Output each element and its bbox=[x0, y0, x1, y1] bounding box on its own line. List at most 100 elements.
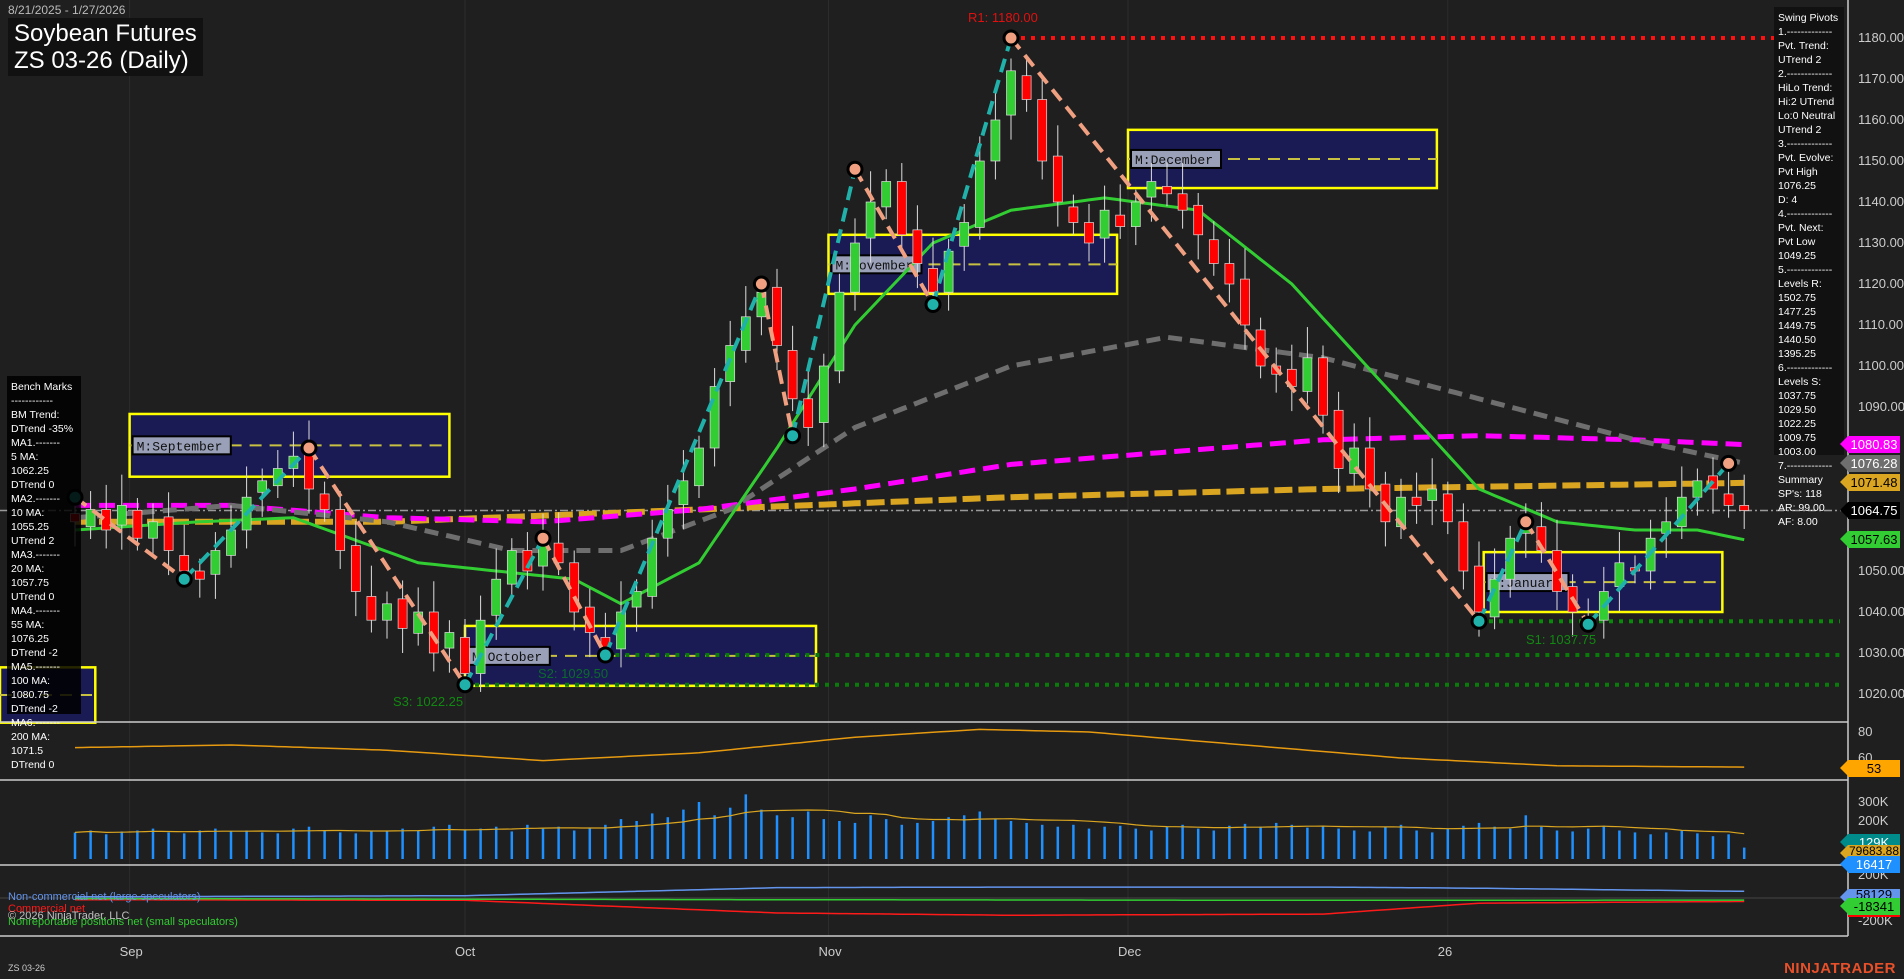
pivot-low-marker bbox=[786, 429, 800, 443]
swing-line: 2.------------- bbox=[1778, 67, 1840, 81]
candle-up bbox=[1693, 481, 1702, 497]
bench-line: 1062.25 bbox=[11, 464, 77, 478]
price-tick-label: 1030.00 bbox=[1858, 645, 1904, 660]
bench-line: MA6.------- bbox=[11, 716, 77, 730]
swing-line: 1449.75 bbox=[1778, 319, 1840, 333]
candle-down bbox=[305, 451, 314, 489]
bench-line: 1080.75 bbox=[11, 688, 77, 702]
candle-down bbox=[1163, 186, 1172, 193]
bench-marks-panel: Bench Marks------------BM Trend:DTrend -… bbox=[7, 376, 81, 714]
cot-noncommercial-line bbox=[75, 887, 1744, 897]
candle-down bbox=[164, 517, 173, 551]
candle-down bbox=[1022, 76, 1031, 100]
month-box-label: M:September bbox=[137, 439, 223, 454]
swing-line: Levels S: bbox=[1778, 375, 1840, 389]
candle-down bbox=[320, 494, 329, 510]
candle-down bbox=[1724, 494, 1733, 505]
lower-panels bbox=[0, 729, 1848, 915]
candle-down bbox=[1209, 240, 1218, 264]
candle-up bbox=[975, 161, 984, 227]
candle-down bbox=[913, 230, 922, 264]
swing-line: AR: 99.00 bbox=[1778, 501, 1840, 515]
time-tick-label: Sep bbox=[120, 944, 143, 959]
candle-up bbox=[211, 551, 220, 575]
oscillator-tag: 53 bbox=[1848, 760, 1900, 777]
price-tick-label: 1120.00 bbox=[1858, 276, 1904, 291]
candle-down bbox=[195, 571, 204, 579]
bench-line: MA4.------- bbox=[11, 604, 77, 618]
candle-down bbox=[788, 350, 797, 398]
bench-line: DTrend -35% bbox=[11, 422, 77, 436]
bench-line: UTrend 2 bbox=[11, 534, 77, 548]
candle-up bbox=[149, 522, 158, 538]
candle-down bbox=[897, 182, 906, 235]
swing-line: 6.------------- bbox=[1778, 361, 1840, 375]
candle-up bbox=[991, 120, 1000, 161]
swing-line: 1037.75 bbox=[1778, 389, 1840, 403]
instrument-name: Soybean Futures bbox=[14, 20, 197, 47]
bench-line: 1071.5 bbox=[11, 744, 77, 758]
swing-pivots-panel: Swing Pivots1.-------------Pvt. Trend:UT… bbox=[1774, 7, 1844, 455]
price-tick-label: 1040.00 bbox=[1858, 604, 1904, 619]
month-box-label: M:December bbox=[1135, 153, 1213, 168]
candle-down bbox=[804, 399, 813, 428]
candle-down bbox=[1740, 505, 1749, 510]
candle-up bbox=[679, 481, 688, 505]
candle-up bbox=[507, 551, 516, 585]
bench-line: 5 MA: bbox=[11, 450, 77, 464]
bench-line: DTrend -2 bbox=[11, 646, 77, 660]
price-tick-label: 1090.00 bbox=[1858, 399, 1904, 414]
price-tick-label: 1160.00 bbox=[1858, 112, 1904, 127]
candle-up bbox=[258, 481, 267, 492]
chart-canvas[interactable]: M:SeptemberM:OctoberM:NovemberM:December… bbox=[0, 0, 1904, 979]
swing-line: AF: 8.00 bbox=[1778, 515, 1840, 529]
pivot-low-marker bbox=[1581, 617, 1595, 631]
bench-line: DTrend 0 bbox=[11, 478, 77, 492]
price-tick-label: 1140.00 bbox=[1858, 194, 1904, 209]
swing-line: HiLo Trend: bbox=[1778, 81, 1840, 95]
bench-line: 200 MA: bbox=[11, 730, 77, 744]
swing-line: 1049.25 bbox=[1778, 249, 1840, 263]
candle-up bbox=[851, 243, 860, 292]
candle-down bbox=[1085, 223, 1094, 244]
swing-line: 1395.25 bbox=[1778, 347, 1840, 361]
date-range: 8/21/2025 - 1/27/2026 bbox=[8, 3, 125, 17]
candle-down bbox=[1053, 156, 1062, 202]
candle-down bbox=[1116, 215, 1125, 226]
bench-line: Bench Marks bbox=[11, 380, 77, 394]
time-tick-label: 26 bbox=[1438, 944, 1452, 959]
oscillator-line bbox=[75, 729, 1744, 767]
candle-down bbox=[1443, 494, 1452, 522]
price-tick-label: 1020.00 bbox=[1858, 686, 1904, 701]
candle-up bbox=[1147, 182, 1156, 198]
swing-line: SP's: 118 bbox=[1778, 487, 1840, 501]
candle-down bbox=[1459, 522, 1468, 571]
volume-last-tag: 16417 bbox=[1848, 856, 1900, 873]
candle-down bbox=[1475, 566, 1484, 612]
swing-line: Swing Pivots bbox=[1778, 11, 1840, 25]
lower-tick-label: 300K bbox=[1858, 794, 1888, 809]
candle-down bbox=[1365, 448, 1374, 489]
bench-line: DTrend -2 bbox=[11, 702, 77, 716]
lower-tick-label: 80 bbox=[1858, 724, 1872, 739]
candle-up bbox=[1007, 71, 1016, 115]
ninjatrader-logo: NINJATRADER bbox=[1784, 960, 1896, 977]
pivot-high-marker bbox=[302, 441, 316, 455]
candle-down bbox=[1069, 207, 1078, 223]
candle-down bbox=[398, 599, 407, 629]
swing-line: 1.------------- bbox=[1778, 25, 1840, 39]
swing-line: 1009.75 bbox=[1778, 431, 1840, 445]
pivot-high-marker bbox=[1004, 31, 1018, 45]
bench-line: MA1.------- bbox=[11, 436, 77, 450]
time-tick-label: Dec bbox=[1118, 944, 1141, 959]
candle-up bbox=[819, 366, 828, 423]
candles bbox=[71, 57, 1749, 692]
candle-down bbox=[461, 637, 470, 673]
candle-down bbox=[1178, 194, 1187, 210]
candle-down bbox=[929, 268, 938, 292]
price-tick-label: 1130.00 bbox=[1858, 235, 1904, 250]
chart-title: Soybean Futures ZS 03-26 (Daily) bbox=[8, 18, 203, 76]
swing-line: 1477.25 bbox=[1778, 305, 1840, 319]
swing-line: 5.------------- bbox=[1778, 263, 1840, 277]
swing-line: 3.------------- bbox=[1778, 137, 1840, 151]
